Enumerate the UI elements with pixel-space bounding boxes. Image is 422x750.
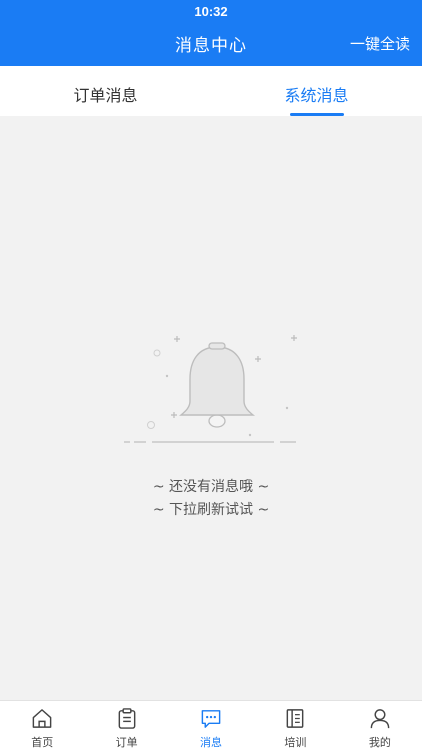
app-header: 10:32 消息中心 一键全读 [0,0,422,66]
book-icon [287,709,304,728]
bottom-nav: 首页 订单 消息 培训 我的 [0,700,422,750]
message-tabs: 订单消息 系统消息 [0,66,422,116]
nav-label: 我的 [368,736,391,749]
nav-home[interactable]: 首页 [0,701,84,750]
message-list-area[interactable]: ~ 还没有消息哦 ~ ~ 下拉刷新试试 ~ [0,116,422,700]
nav-label: 消息 [200,736,223,749]
nav-label: 订单 [115,736,138,749]
tab-label: 订单消息 [73,86,138,105]
tab-system-messages[interactable]: 系统消息 [211,66,422,116]
nav-label: 培训 [284,736,307,749]
status-bar-time: 10:32 [194,4,228,19]
nav-profile[interactable]: 我的 [338,701,422,750]
nav-orders[interactable]: 订单 [84,701,168,750]
nav-label: 首页 [31,736,54,749]
read-all-button[interactable]: 一键全读 [350,33,410,54]
chat-icon [201,710,221,728]
nav-messages[interactable]: 消息 [169,701,253,750]
empty-message: ~ 还没有消息哦 ~ [152,479,270,495]
clipboard-icon [118,708,135,729]
home-icon [32,709,52,728]
tab-label: 系统消息 [284,86,349,105]
bell-icon [124,335,297,443]
nav-training[interactable]: 培训 [253,701,337,750]
tab-order-messages[interactable]: 订单消息 [0,66,211,116]
user-icon [370,709,390,729]
refresh-hint: ~ 下拉刷新试试 ~ [152,502,270,518]
